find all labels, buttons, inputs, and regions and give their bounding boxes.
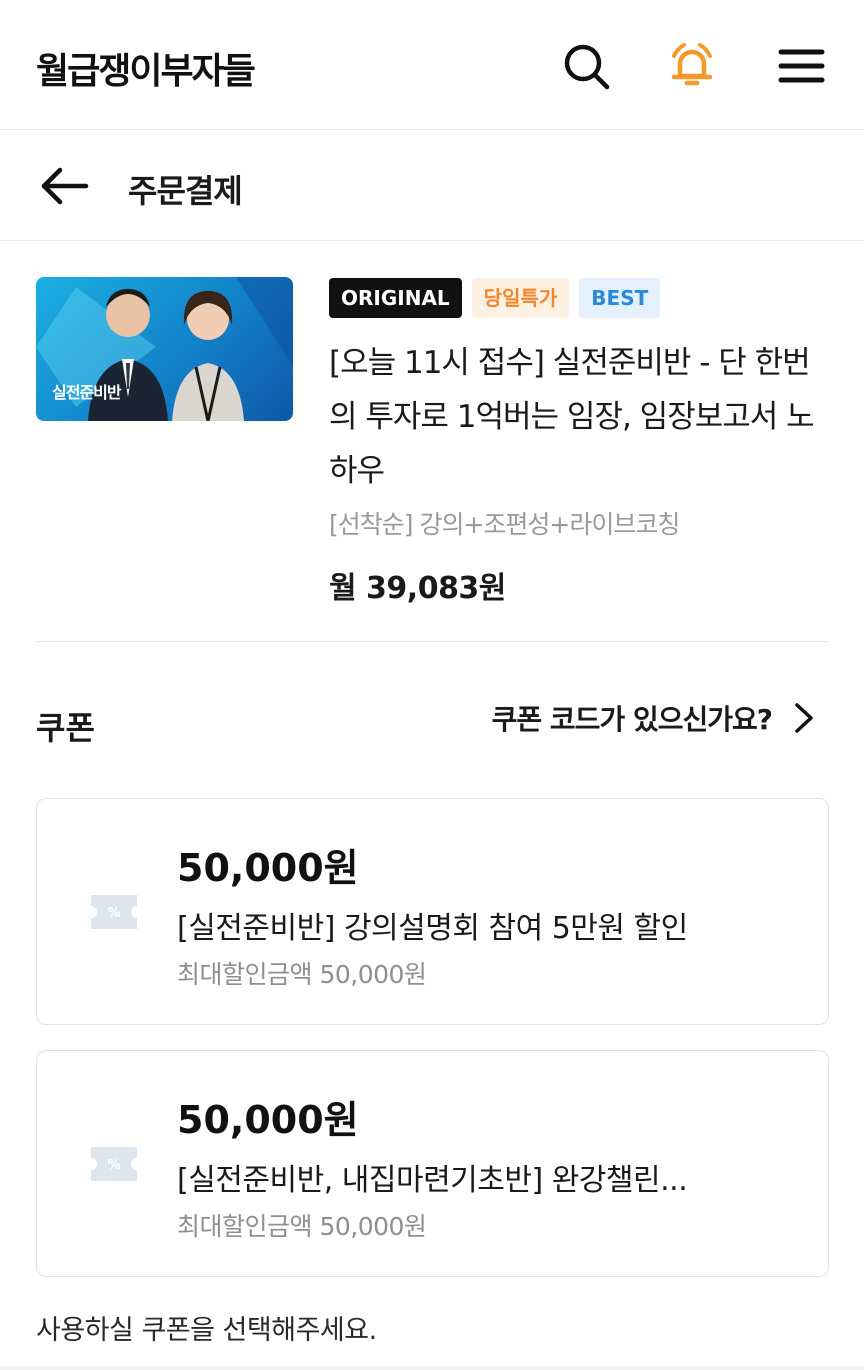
hamburger-menu-icon[interactable] (776, 40, 828, 92)
top-header: 월급쟁이부자들 (0, 0, 864, 130)
coupon-max-discount: 최대할인금액 50,000원 (177, 1212, 427, 1241)
coupon-code-link[interactable]: 쿠폰 코드가 있으신가요? (492, 698, 816, 738)
chevron-right-icon (795, 703, 813, 733)
coupon-card[interactable]: % 50,000원 [실전준비반] 강의설명회 참여 5만원 할인 최대할인금액… (36, 798, 829, 1025)
thumbnail-label: 실전준비반 (52, 383, 122, 402)
coupon-amount: 50,000원 (177, 1098, 359, 1142)
coupon-ticket-icon: % (91, 895, 137, 929)
section-divider (36, 641, 828, 642)
product-price: 월 39,083원 (329, 571, 506, 606)
product-option: [선착순] 강의+조편성+라이브코칭 (329, 510, 680, 539)
product-tags: ORIGINAL 당일특가 BEST (329, 278, 661, 318)
coupon-card[interactable]: % 50,000원 [실전준비반, 내집마련기초반] 완강챌린... 최대할인금… (36, 1050, 829, 1277)
page-title: 주문결제 (128, 172, 243, 210)
site-logo[interactable]: 월급쟁이부자들 (36, 42, 256, 94)
coupon-heading: 쿠폰 (36, 709, 95, 747)
search-icon[interactable] (560, 40, 612, 92)
badge-original: ORIGINAL (329, 278, 462, 318)
coupon-name: [실전준비반] 강의설명회 참여 5만원 할인 (177, 911, 688, 946)
coupon-ticket-icon: % (91, 1147, 137, 1181)
arrow-left-icon[interactable] (38, 164, 90, 208)
svg-text:%: % (107, 906, 120, 921)
product-title: [오늘 11시 접수] 실전준비반 - 단 한번의 투자로 1억버는 임장, 임… (329, 345, 815, 489)
product-thumbnail: 실전준비반 (36, 277, 293, 421)
coupon-hint: 사용하실 쿠폰을 선택해주세요. (36, 1315, 377, 1346)
badge-daily-deal: 당일특가 (471, 278, 570, 318)
coupon-max-discount: 최대할인금액 50,000원 (177, 960, 427, 989)
badge-best: BEST (579, 278, 661, 318)
coupon-amount: 50,000원 (177, 846, 359, 890)
coupon-code-label: 쿠폰 코드가 있으신가요? (491, 703, 773, 736)
coupon-name: [실전준비반, 내집마련기초반] 완강챌린... (177, 1163, 688, 1198)
bell-icon[interactable] (666, 40, 718, 92)
svg-text:%: % (107, 1158, 120, 1173)
page-header: 주문결제 (0, 130, 864, 241)
bottom-divider (0, 1366, 864, 1370)
